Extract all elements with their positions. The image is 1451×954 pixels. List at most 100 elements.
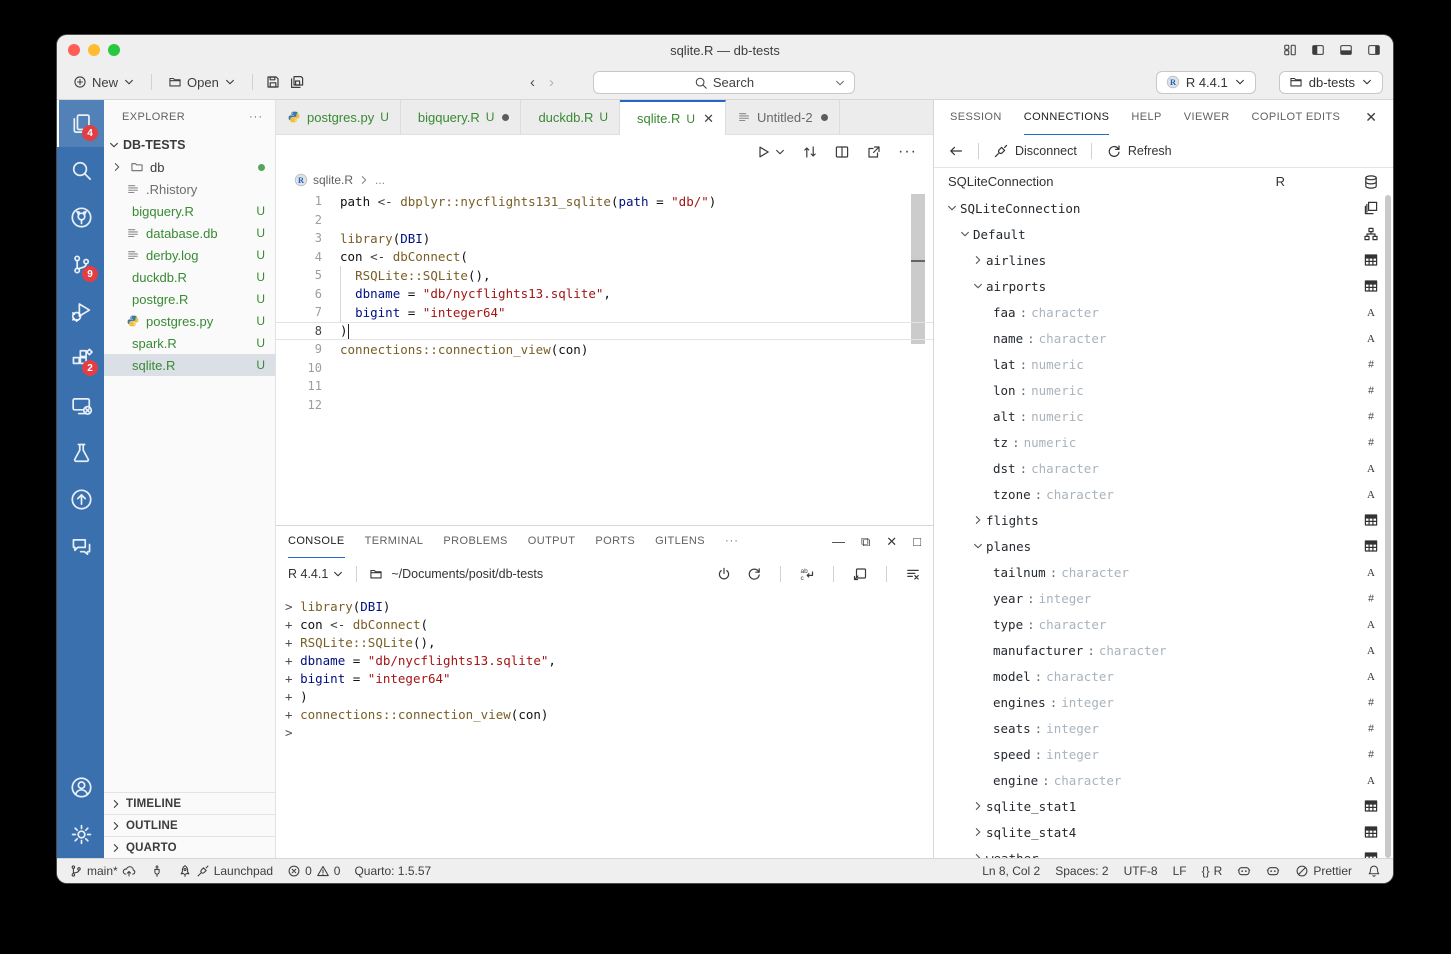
console-line[interactable]: + dbname = "db/nycflights13.sqlite",: [285, 653, 933, 671]
panel-tab-terminal[interactable]: TERMINAL: [365, 526, 424, 558]
tree-tailnum[interactable]: tailnum:characterA: [934, 559, 1393, 585]
tree-type[interactable]: type:characterA: [934, 611, 1393, 637]
tree-manufacturer[interactable]: manufacturer:characterA: [934, 637, 1393, 663]
navigate-forward-button[interactable]: ›: [549, 74, 554, 91]
code-line-6[interactable]: 6 dbname = "db/nycflights13.sqlite",: [276, 285, 933, 304]
activity-item-extensions[interactable]: 2: [57, 335, 104, 382]
console-line[interactable]: + RSQLite::SQLite(),: [285, 635, 933, 653]
activity-item-source-control[interactable]: 9: [57, 241, 104, 288]
code-line-8[interactable]: 8): [276, 322, 933, 341]
file-spark.R[interactable]: spark.RU: [104, 332, 275, 354]
tree-weather[interactable]: weather: [934, 845, 1393, 858]
console-line[interactable]: + bigint = "integer64": [285, 671, 933, 689]
toggle-bottom-panel-icon[interactable]: [1339, 43, 1353, 57]
file-duckdb.R[interactable]: duckdb.RU: [104, 266, 275, 288]
prettier-button[interactable]: Prettier: [1295, 864, 1352, 878]
right-tab-session[interactable]: SESSION: [950, 100, 1002, 135]
tab-Untitled-2[interactable]: Untitled-2: [726, 100, 840, 134]
source-file-icon[interactable]: [802, 144, 818, 160]
refresh-button[interactable]: Refresh: [1106, 143, 1172, 159]
language-mode-button[interactable]: {} R: [1202, 864, 1223, 878]
run-options-chevron-icon[interactable]: [774, 146, 786, 158]
editor-more-actions-button[interactable]: ···: [898, 143, 917, 161]
navigate-back-button[interactable]: ‹: [530, 74, 535, 91]
console-runtime-picker[interactable]: R 4.4.1: [288, 567, 344, 581]
cursor-position-button[interactable]: Ln 8, Col 2: [982, 864, 1040, 878]
code-editor[interactable]: 1path <- dbplyr::nycflights131_sqlite(pa…: [276, 192, 933, 525]
tree-airports[interactable]: airports: [934, 273, 1393, 299]
interrupt-console-icon[interactable]: [716, 566, 732, 582]
word-wrap-icon[interactable]: abc: [799, 566, 815, 582]
customize-layout-icon[interactable]: [1283, 43, 1297, 57]
copilot-menu-button[interactable]: [1266, 864, 1280, 878]
tree-faa[interactable]: faa:characterA: [934, 299, 1393, 325]
console-line[interactable]: > library(DBI): [285, 599, 933, 617]
chevron-right-icon[interactable]: [970, 800, 986, 812]
tree-sqlite_stat4[interactable]: sqlite_stat4: [934, 819, 1393, 845]
explorer-actions-button[interactable]: ···: [249, 111, 263, 123]
activity-item-github[interactable]: [57, 194, 104, 241]
clear-console-icon[interactable]: [905, 566, 921, 582]
file-postgre.R[interactable]: postgre.RU: [104, 288, 275, 310]
problems-button[interactable]: 0 0: [287, 864, 340, 878]
right-tab-help[interactable]: HELP: [1131, 100, 1161, 135]
code-line-7[interactable]: 7 bigint = "integer64": [276, 303, 933, 322]
activity-item-testing[interactable]: [57, 429, 104, 476]
open-in-new-window-icon[interactable]: [866, 144, 882, 160]
chevron-right-icon[interactable]: [970, 826, 986, 838]
tree-lat[interactable]: lat:numeric#: [934, 351, 1393, 377]
open-in-editor-icon[interactable]: [852, 566, 868, 582]
notifications-button[interactable]: [1367, 864, 1381, 878]
activity-item-explorer[interactable]: 4: [57, 100, 104, 147]
ports-button[interactable]: [150, 864, 164, 878]
copilot-button[interactable]: [1237, 864, 1251, 878]
right-tab-connections[interactable]: CONNECTIONS: [1024, 100, 1110, 135]
tree-flights[interactable]: flights: [934, 507, 1393, 533]
close-right-panel-icon[interactable]: ✕: [1365, 109, 1377, 126]
tree-airlines[interactable]: airlines: [934, 247, 1393, 273]
tree-engine[interactable]: engine:characterA: [934, 767, 1393, 793]
panel-tab-output[interactable]: OUTPUT: [528, 526, 576, 558]
close-tab-icon[interactable]: ✕: [703, 111, 714, 127]
code-line-10[interactable]: 10: [276, 359, 933, 378]
chevron-down-icon[interactable]: [957, 228, 973, 240]
tree-SQLiteConnection[interactable]: SQLiteConnection: [934, 195, 1393, 221]
console-line[interactable]: + con <- dbConnect(: [285, 617, 933, 635]
tab-duckdb.R[interactable]: duckdb.RU: [521, 100, 620, 134]
tree-dst[interactable]: dst:characterA: [934, 455, 1393, 481]
console-line[interactable]: + ): [285, 689, 933, 707]
activity-item-comments[interactable]: [57, 523, 104, 570]
encoding-button[interactable]: UTF-8: [1124, 864, 1158, 878]
file-derby.log[interactable]: derby.logU: [104, 244, 275, 266]
chevron-right-icon[interactable]: [970, 852, 986, 858]
activity-item-remote-explorer[interactable]: [57, 382, 104, 429]
save-icon[interactable]: [265, 74, 281, 90]
connection-header-row[interactable]: SQLiteConnection R: [934, 168, 1393, 195]
close-panel-icon[interactable]: ✕: [886, 534, 897, 550]
activity-item-run-debug[interactable]: [57, 288, 104, 335]
run-file-button[interactable]: [755, 144, 771, 160]
panel-tab-gitlens[interactable]: GITLENS: [655, 526, 705, 558]
chevron-down-icon[interactable]: [970, 280, 986, 292]
minimize-panel-icon[interactable]: —: [832, 534, 845, 549]
indentation-button[interactable]: Spaces: 2: [1055, 864, 1108, 878]
git-branch-button[interactable]: main*: [69, 864, 136, 878]
file-database.db[interactable]: database.dbU: [104, 222, 275, 244]
file-.Rhistory[interactable]: .Rhistory: [104, 178, 275, 200]
tree-planes[interactable]: planes: [934, 533, 1393, 559]
section-outline[interactable]: OUTLINE: [104, 814, 275, 836]
panel-more-tabs-button[interactable]: ···: [725, 526, 739, 558]
tree-model[interactable]: model:characterA: [934, 663, 1393, 689]
tree-tzone[interactable]: tzone:characterA: [934, 481, 1393, 507]
toggle-right-panel-icon[interactable]: [1367, 43, 1381, 57]
file-bigquery.R[interactable]: bigquery.RU: [104, 200, 275, 222]
activity-item-settings[interactable]: [57, 811, 104, 858]
code-line-5[interactable]: 5 RSQLite::SQLite(),: [276, 266, 933, 285]
maximize-panel-icon[interactable]: □: [913, 534, 921, 549]
tree-alt[interactable]: alt:numeric#: [934, 403, 1393, 429]
chevron-right-icon[interactable]: [970, 254, 986, 266]
tab-postgres.py[interactable]: postgres.pyU: [276, 100, 401, 134]
tree-year[interactable]: year:integer#: [934, 585, 1393, 611]
command-search-input[interactable]: Search: [593, 71, 855, 94]
explorer-root-folder[interactable]: DB-TESTS: [104, 134, 275, 156]
